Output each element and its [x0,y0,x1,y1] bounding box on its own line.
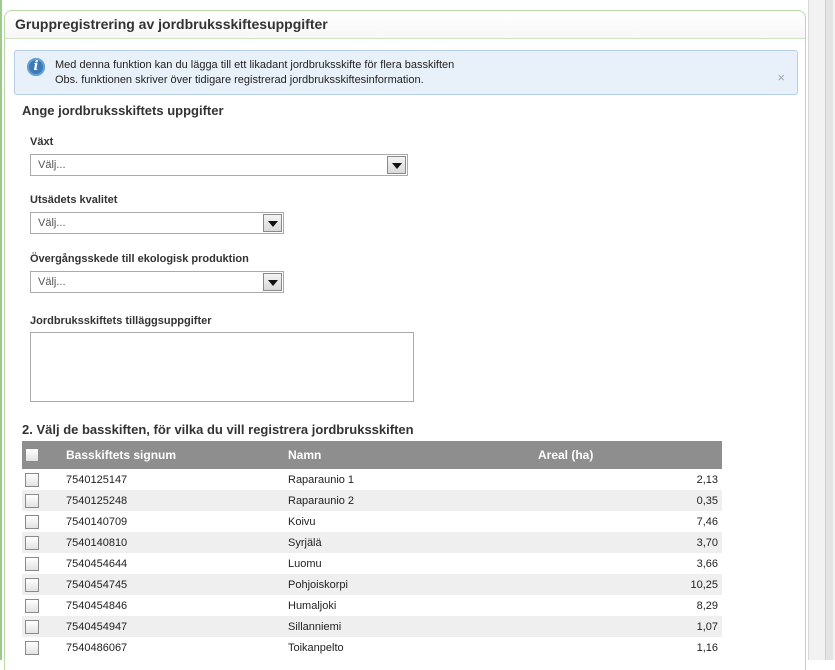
cell-name: Pohjoiskorpi [288,578,348,591]
table-row: 7540454644 Luomu 3,66 [22,553,722,574]
info-message: i Med denna funktion kan du lägga till e… [14,50,798,95]
cell-name: Koivu [288,515,316,528]
cell-id: 7540140709 [66,515,128,528]
cell-area: 2,13 [696,473,718,486]
cell-area: 3,66 [696,557,718,570]
seed-quality-label: Utsädets kvalitet [30,194,118,206]
row-checkbox[interactable] [25,598,39,613]
chevron-down-icon[interactable] [263,273,282,291]
organic-transition-label: Övergångsskede till ekologisk produktion [30,253,249,265]
chevron-down-icon[interactable] [263,214,282,232]
cell-area: 7,46 [696,515,718,528]
cell-name: Syrjälä [288,536,322,549]
column-header-name[interactable]: Namn [288,441,538,469]
cell-area: 1,16 [696,641,718,654]
select-all-checkbox[interactable] [25,448,39,463]
info-line-2: Obs. funktionen skriver över tidigare re… [55,74,424,86]
info-icon: i [27,58,45,76]
select-all-cell [22,441,66,469]
cell-area: 3,70 [696,536,718,549]
cell-name: Raparaunio 2 [288,494,355,507]
row-checkbox-cell [22,490,66,511]
row-checkbox[interactable] [25,556,39,571]
organic-transition-select-value: Välj... [38,276,66,288]
table-row: 7540140709 Koivu 7,46 [22,511,722,532]
row-checkbox[interactable] [25,472,39,487]
panel-title: Gruppregistrering av jordbruksskiftesupp… [5,11,805,39]
row-checkbox-cell [22,616,66,637]
additional-info-label: Jordbruksskiftets tilläggsuppgifter [30,315,212,327]
column-header-id[interactable]: Basskiftets signum [66,441,288,469]
seed-quality-select[interactable]: Välj... [30,212,284,234]
cell-id: 7540125147 [66,473,128,486]
table-row: 7540486067 Toikanpelto 1,16 [22,637,722,658]
info-line-1: Med denna funktion kan du lägga till ett… [55,59,455,71]
row-checkbox-cell [22,595,66,616]
form-section-title: Ange jordbruksskiftets uppgifter [22,103,224,118]
row-checkbox[interactable] [25,493,39,508]
table-row: 7540125147 Raparaunio 1 2,13 [22,469,722,490]
seed-quality-select-value: Välj... [38,217,66,229]
cell-name: Humaljoki [288,599,337,612]
crop-label: Växt [30,136,54,148]
basic-plots-table: Basskiftets signum Namn Areal (ha) 75401… [22,441,722,658]
cell-id: 7540486067 [66,641,128,654]
table-header-row: Basskiftets signum Namn Areal (ha) [22,441,722,469]
row-checkbox-cell [22,637,66,658]
row-checkbox[interactable] [25,535,39,550]
row-checkbox-cell [22,574,66,595]
cell-id: 7540125248 [66,494,128,507]
cell-area: 10,25 [690,578,718,591]
cell-name: Toikanpelto [288,641,344,654]
additional-info-textarea[interactable] [30,332,414,402]
cell-id: 7540454947 [66,620,128,633]
cell-area: 0,35 [696,494,718,507]
cell-name: Luomu [288,557,322,570]
info-text: Med denna funktion kan du lägga till ett… [55,58,454,88]
cell-area: 8,29 [696,599,718,612]
row-checkbox[interactable] [25,619,39,634]
table-row: 7540454846 Humaljoki 8,29 [22,595,722,616]
column-header-area[interactable]: Areal (ha) [538,441,722,469]
cell-id: 7540140810 [66,536,128,549]
table-row: 7540454745 Pohjoiskorpi 10,25 [22,574,722,595]
table-row: 7540140810 Syrjälä 3,70 [22,532,722,553]
cell-name: Raparaunio 1 [288,473,355,486]
table-section-title: 2. Välj de basskiften, för vilka du vill… [22,422,414,437]
row-checkbox[interactable] [25,514,39,529]
page-left-border [0,0,2,660]
row-checkbox[interactable] [25,577,39,592]
table-row: 7540125248 Raparaunio 2 0,35 [22,490,722,511]
row-checkbox[interactable] [25,640,39,655]
crop-select-value: Välj... [38,159,66,171]
cell-id: 7540454846 [66,599,128,612]
organic-transition-select[interactable]: Välj... [30,271,284,293]
crop-select[interactable]: Välj... [30,154,408,176]
scrollbar-thumb[interactable] [825,0,833,660]
cell-area: 1,07 [696,620,718,633]
scrollbar-track[interactable] [808,0,835,660]
close-icon[interactable]: × [777,70,785,85]
cell-id: 7540454644 [66,557,128,570]
row-checkbox-cell [22,469,66,490]
row-checkbox-cell [22,553,66,574]
row-checkbox-cell [22,532,66,553]
table-row: 7540454947 Sillanniemi 1,07 [22,616,722,637]
chevron-down-icon[interactable] [387,156,406,174]
cell-id: 7540454745 [66,578,128,591]
cell-name: Sillanniemi [288,620,342,633]
row-checkbox-cell [22,511,66,532]
